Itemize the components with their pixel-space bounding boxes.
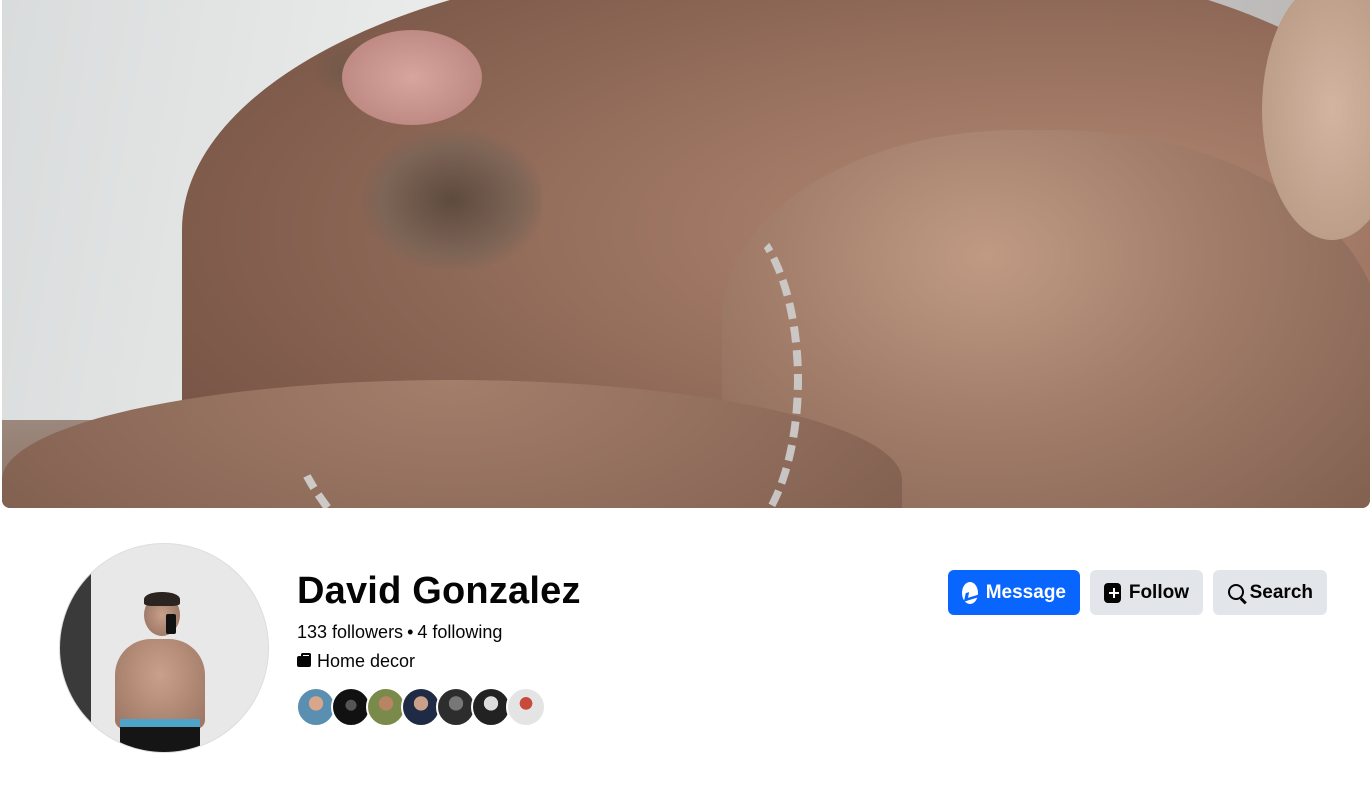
friend-avatar[interactable] [366, 687, 406, 727]
message-button[interactable]: Message [948, 570, 1080, 615]
friend-avatar[interactable] [401, 687, 441, 727]
profile-stats: 133 followers • 4 following [297, 622, 502, 643]
avatar-body [115, 639, 205, 729]
category-icon [297, 653, 311, 667]
profile-header: David Gonzalez 133 followers • 4 following… [0, 508, 1372, 788]
friend-avatar[interactable] [471, 687, 511, 727]
friends-avatars [296, 687, 546, 729]
search-label: Search [1249, 581, 1313, 603]
follow-label: Follow [1128, 581, 1189, 603]
profile-name: David Gonzalez [297, 570, 581, 612]
avatar-shorts [120, 719, 200, 752]
stats-separator: • [407, 622, 414, 642]
cover-photo[interactable] [2, 0, 1370, 508]
friend-avatar[interactable] [331, 687, 371, 727]
profile-actions: Message Follow Search [948, 570, 1327, 615]
following-link[interactable]: 4 following [417, 622, 502, 642]
avatar[interactable] [59, 543, 269, 753]
follow-button[interactable]: Follow [1090, 570, 1203, 615]
follow-icon [1104, 582, 1121, 603]
avatar-phone [166, 614, 176, 634]
followers-link[interactable]: 133 followers [297, 622, 403, 642]
friend-avatar[interactable] [296, 687, 336, 727]
cover-lips [342, 30, 482, 125]
friend-avatar[interactable] [436, 687, 476, 727]
category-label: Home decor [317, 651, 416, 671]
search-button[interactable]: Search [1213, 570, 1327, 615]
avatar-hair [144, 592, 180, 606]
friend-avatar[interactable] [506, 687, 546, 727]
message-label: Message [985, 581, 1066, 603]
messenger-icon [962, 581, 978, 604]
search-icon [1227, 583, 1244, 603]
profile-category: Home decor [297, 651, 415, 672]
